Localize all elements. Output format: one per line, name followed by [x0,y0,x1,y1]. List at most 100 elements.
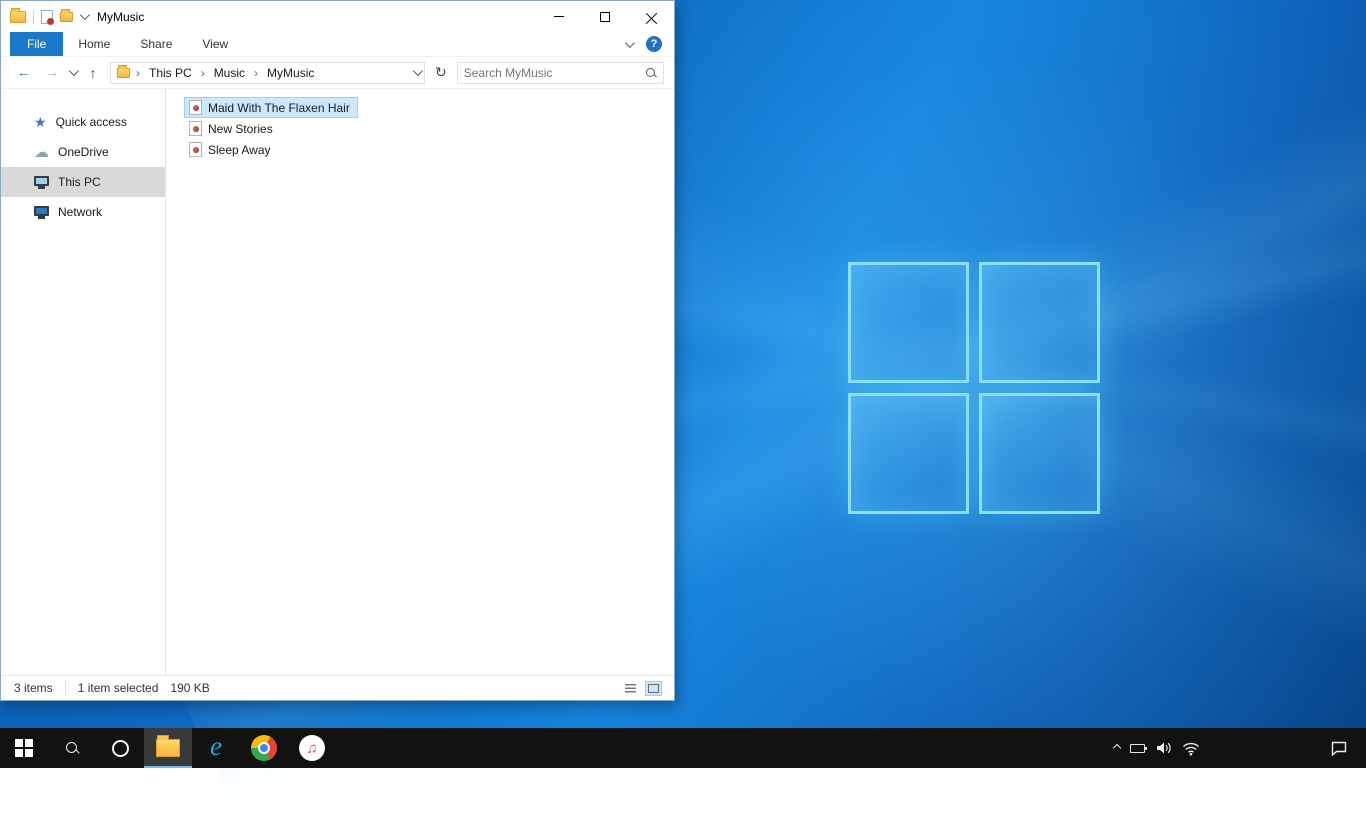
file-name: Maid With The Flaxen Hair [208,101,350,115]
internet-explorer-icon: e [210,733,222,763]
action-center-icon [1330,740,1348,756]
address-bar[interactable]: › This PC › Music › MyMusic [110,62,425,84]
taskbar-itunes-button[interactable]: ♫ [288,728,336,768]
sidebar-item-label: OneDrive [58,145,109,159]
breadcrumb-music[interactable]: Music [211,66,248,80]
separator [65,681,66,695]
file-name: Sleep Away [208,143,271,157]
wifi-network-icon[interactable] [1182,741,1200,756]
window-content: ★ Quick access ☁ OneDrive This PC Networ… [1,89,674,675]
large-icons-view-button[interactable] [645,681,662,696]
minimize-icon [554,16,564,17]
properties-icon[interactable] [41,10,53,24]
tab-view[interactable]: View [187,32,243,56]
tab-home[interactable]: Home [63,32,125,56]
windows-logo-pane [848,262,969,383]
sidebar-item-quick-access[interactable]: ★ Quick access [1,107,165,137]
breadcrumb-separator-icon: › [134,66,142,80]
file-list[interactable]: Maid With The Flaxen Hair New Stories Sl… [166,89,674,675]
quick-access-star-icon: ★ [34,115,47,129]
windows-logo-pane [848,393,969,514]
music-file-icon [189,142,202,157]
forward-button[interactable]: → [41,64,63,81]
file-item-new-stories[interactable]: New Stories [184,118,281,139]
search-input[interactable] [464,66,645,80]
status-selection-size: 190 KB [170,681,209,695]
music-file-icon [189,121,202,136]
windows-logo-pane [979,262,1100,383]
back-button[interactable]: ← [13,64,35,81]
up-button[interactable]: ↑ [82,65,104,81]
status-selection: 1 item selected [78,681,159,695]
sidebar-item-label: Network [58,205,102,219]
sidebar-item-network[interactable]: Network [1,197,165,227]
search-icon [65,741,80,756]
taskbar-file-explorer-button[interactable] [144,728,192,768]
address-dropdown-chevron-icon[interactable] [413,66,423,76]
music-file-icon [189,100,202,115]
explorer-window: MyMusic File Home Share View ? ← → ↑ › T… [0,0,675,701]
quick-access-toolbar [1,10,87,24]
file-item-maid-with-the-flaxen-hair[interactable]: Maid With The Flaxen Hair [184,97,358,118]
taskbar: e ♫ [0,728,1366,768]
recent-locations-chevron-icon[interactable] [69,66,79,76]
taskbar-internet-explorer-button[interactable]: e [192,728,240,768]
details-view-icon [625,684,636,693]
hidden-icons-chevron-icon[interactable] [1113,744,1121,752]
large-icons-view-icon [648,684,659,693]
window-folder-icon[interactable] [10,11,26,23]
breadcrumb-mymusic[interactable]: MyMusic [264,66,317,80]
customize-toolbar-chevron-icon[interactable] [80,10,90,20]
taskbar-search-button[interactable] [48,728,96,768]
new-folder-icon[interactable] [60,12,73,22]
status-bar: 3 items 1 item selected 190 KB [1,675,674,700]
tab-share[interactable]: Share [125,32,187,56]
onedrive-cloud-icon: ☁ [34,145,49,160]
windows-start-icon [15,739,33,757]
details-view-button[interactable] [622,681,639,696]
refresh-button[interactable]: ↻ [431,64,451,81]
close-icon [646,11,657,22]
expand-ribbon-chevron-icon[interactable] [625,38,635,48]
file-item-sleep-away[interactable]: Sleep Away [184,139,279,160]
file-name: New Stories [208,122,273,136]
maximize-button[interactable] [582,1,628,32]
search-icon[interactable] [645,67,657,79]
tab-file[interactable]: File [10,32,63,56]
sidebar-item-label: This PC [58,175,101,189]
maximize-icon [600,12,610,22]
system-tray [1114,728,1366,768]
network-icon [34,206,49,216]
window-controls [536,1,674,32]
window-title: MyMusic [97,10,144,24]
chrome-icon [251,735,277,761]
start-button[interactable] [0,728,48,768]
file-explorer-icon [156,739,180,757]
sidebar-item-onedrive[interactable]: ☁ OneDrive [1,137,165,167]
ribbon-right-controls: ? [625,32,674,56]
this-pc-monitor-icon [34,176,49,186]
help-icon[interactable]: ? [646,36,662,52]
address-folder-icon [117,68,130,78]
action-center-button[interactable] [1330,740,1352,756]
search-box [457,62,664,84]
windows-logo-pane [979,393,1100,514]
ribbon-tabs: File Home Share View ? [1,32,674,57]
taskbar-chrome-button[interactable] [240,728,288,768]
breadcrumb-separator-icon: › [199,66,207,80]
volume-icon[interactable] [1155,740,1172,756]
view-toggles [622,681,662,696]
sidebar-item-label: Quick access [56,115,127,129]
status-items-count: 3 items [14,681,53,695]
itunes-icon: ♫ [299,735,325,761]
sidebar-item-this-pc[interactable]: This PC [1,167,165,197]
title-bar[interactable]: MyMusic [1,1,674,32]
breadcrumb-separator-icon: › [252,66,260,80]
close-button[interactable] [628,1,674,32]
cortana-icon [112,740,129,757]
breadcrumb-this-pc[interactable]: This PC [146,66,195,80]
minimize-button[interactable] [536,1,582,32]
separator [33,10,34,24]
cortana-button[interactable] [96,728,144,768]
battery-icon[interactable] [1130,744,1145,753]
